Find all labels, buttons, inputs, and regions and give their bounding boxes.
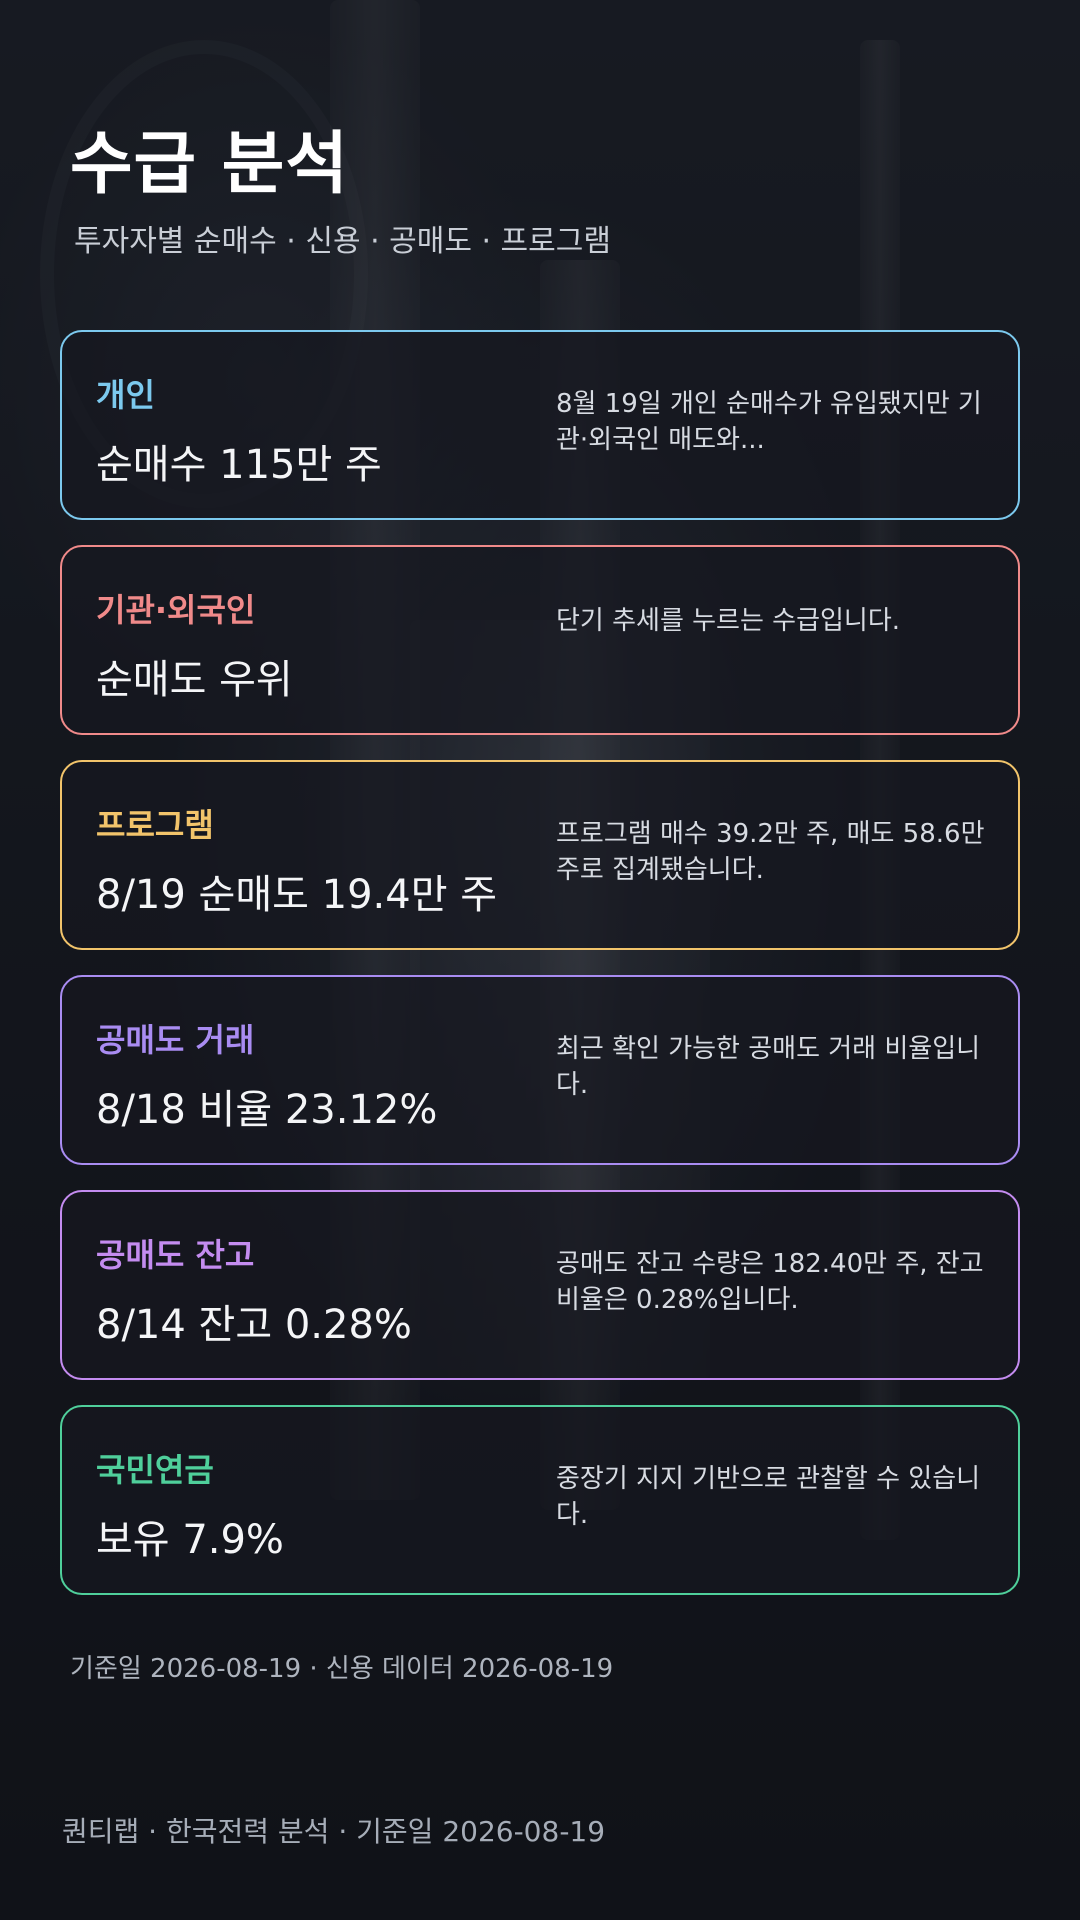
card-value: 보유 7.9%: [96, 1517, 284, 1563]
card-individual: 개인 순매수 115만 주 8월 19일 개인 순매수가 유입됐지만 기관·외국…: [60, 330, 1020, 520]
card-label: 프로그램: [96, 806, 214, 844]
card-national-pension: 국민연금 보유 7.9% 중장기 지지 기반으로 관찰할 수 있습니다.: [60, 1405, 1020, 1595]
card-label: 공매도 잔고: [96, 1236, 255, 1274]
card-description: 공매도 잔고 수량은 182.40만 주, 잔고 비율은 0.28%입니다.: [556, 1249, 984, 1315]
card-short-selling-balance: 공매도 잔고 8/14 잔고 0.28% 공매도 잔고 수량은 182.40만 …: [60, 1190, 1020, 1380]
card-short-selling-trade: 공매도 거래 8/18 비율 23.12% 최근 확인 가능한 공매도 거래 비…: [60, 975, 1020, 1165]
card-value: 8/18 비율 23.12%: [96, 1087, 438, 1133]
card-description: 중장기 지지 기반으로 관찰할 수 있습니다.: [556, 1464, 981, 1530]
card-description: 단기 추세를 누르는 수급입니다.: [556, 606, 901, 636]
card-description: 8월 19일 개인 순매수가 유입됐지만 기관·외국인 매도와...: [556, 389, 982, 455]
card-program: 프로그램 8/19 순매도 19.4만 주 프로그램 매수 39.2만 주, 매…: [60, 760, 1020, 950]
card-value: 8/19 순매도 19.4만 주: [96, 872, 498, 918]
footer-credit: 퀀티랩 · 한국전력 분석 · 기준일 2026-08-19: [62, 1815, 606, 1848]
card-label: 개인: [96, 376, 155, 414]
card-description: 최근 확인 가능한 공매도 거래 비율입니다.: [556, 1034, 981, 1100]
card-value: 순매수 115만 주: [96, 442, 382, 488]
card-description: 프로그램 매수 39.2만 주, 매도 58.6만 주로 집계됐습니다.: [556, 819, 985, 885]
card-value: 8/14 잔고 0.28%: [96, 1302, 412, 1348]
card-label: 국민연금: [96, 1451, 214, 1489]
page-title: 수급 분석: [70, 125, 349, 204]
page-subtitle: 투자자별 순매수 · 신용 · 공매도 · 프로그램: [74, 224, 611, 259]
data-date-note: 기준일 2026-08-19 · 신용 데이터 2026-08-19: [70, 1654, 614, 1684]
card-label: 기관·외국인: [96, 591, 256, 629]
card-institution-foreign: 기관·외국인 순매도 우위 단기 추세를 누르는 수급입니다.: [60, 545, 1020, 735]
card-label: 공매도 거래: [96, 1021, 255, 1059]
analysis-panel: 수급 분석 투자자별 순매수 · 신용 · 공매도 · 프로그램 개인 순매수 …: [0, 0, 1080, 1920]
card-value: 순매도 우위: [96, 657, 293, 703]
